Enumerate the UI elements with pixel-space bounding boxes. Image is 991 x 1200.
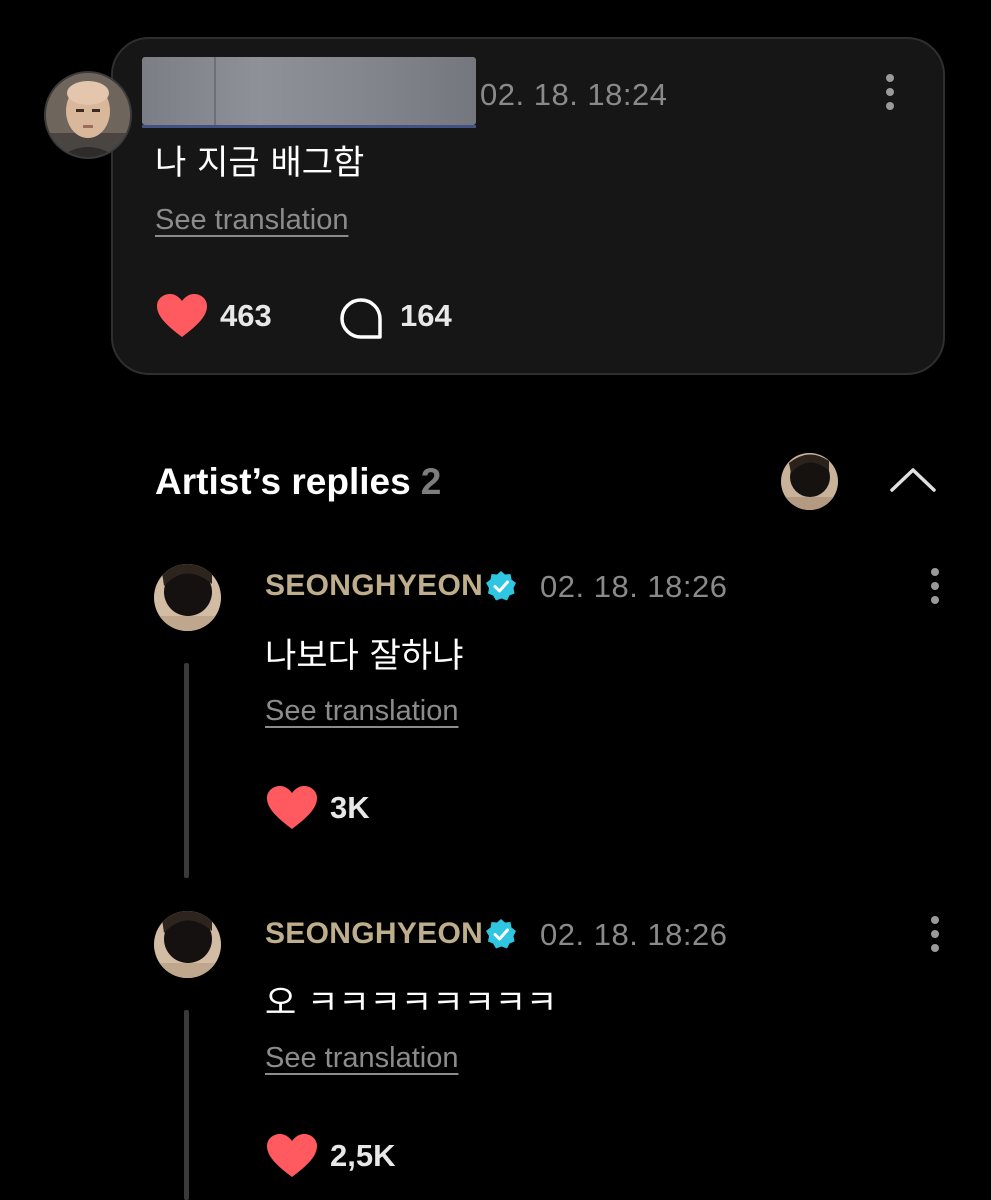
more-vertical-icon [931,916,939,952]
avatar-photo [46,73,130,157]
post-author-avatar[interactable] [44,71,132,159]
artist-replies-title: Artist’s replies [155,461,411,502]
reply-like-count: 2,5K [330,1138,396,1173]
censored-username [142,57,476,128]
post-see-translation-link[interactable]: See translation [155,204,348,237]
artist-avatar[interactable] [781,453,838,510]
chevron-up-icon [890,468,936,492]
reply-like-count: 3K [330,790,370,825]
post-text: 나 지금 배그함 [155,143,365,183]
reply-thread-line [184,663,189,878]
reply-see-translation-link[interactable]: See translation [265,1042,458,1075]
reply-text: 오 ㅋㅋㅋㅋㅋㅋㅋㅋ [265,983,558,1023]
reply-timestamp: 02. 18. 18:26 [540,569,728,604]
reply-text: 나보다 잘하냐 [265,636,464,676]
reply-timestamp: 02. 18. 18:26 [540,917,728,952]
comment-thread-screen: 02. 18. 18:24 나 지금 배그함 See translation 4… [0,0,991,1200]
artist-replies-count: 2 [420,461,442,502]
verified-badge-icon [486,919,516,949]
reply-author-avatar[interactable] [154,911,221,978]
collapse-replies-button[interactable] [886,458,940,502]
avatar-photo [781,453,838,510]
avatar-photo [154,911,221,978]
verified-badge [485,918,517,950]
heart-icon [267,1134,317,1177]
heart-icon [157,294,207,337]
reply-more-options-button[interactable] [920,914,950,954]
verified-badge [485,570,517,602]
post-like-button[interactable] [156,293,208,339]
reply-like-button[interactable] [266,1133,318,1179]
more-vertical-icon [931,568,939,604]
reply-author-name[interactable]: SEONGHYEON [265,917,483,951]
verified-badge-icon [486,571,516,601]
post-like-count: 463 [220,298,272,333]
reply-author-avatar[interactable] [154,564,221,631]
more-vertical-icon [886,74,894,110]
post-comment-button[interactable] [338,297,384,341]
post-more-options-button[interactable] [872,72,908,112]
artist-replies-heading: Artist’s replies 2 [155,461,441,503]
comment-bubble-icon [340,298,382,339]
reply-see-translation-link[interactable]: See translation [265,695,458,728]
reply-like-button[interactable] [266,785,318,831]
reply-more-options-button[interactable] [920,566,950,606]
reply-thread-line [184,1010,189,1200]
heart-icon [267,786,317,829]
reply-author-name[interactable]: SEONGHYEON [265,569,483,603]
post-comment-count: 164 [400,298,452,333]
avatar-photo [154,564,221,631]
post-timestamp: 02. 18. 18:24 [480,77,668,112]
